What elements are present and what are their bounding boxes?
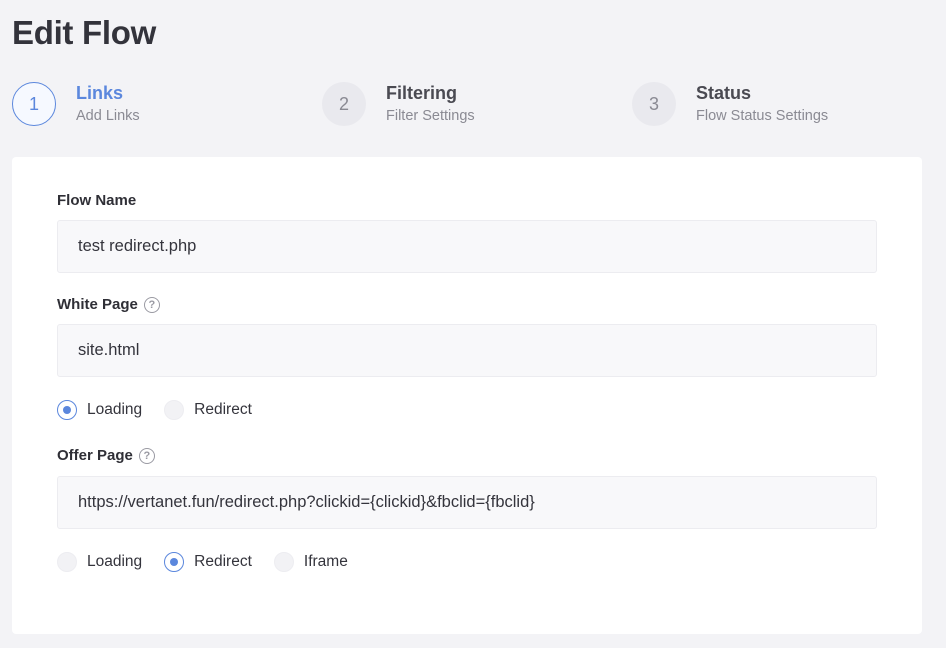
offer-page-mode-iframe-radio[interactable]: Iframe (273, 552, 348, 572)
step-subtitle: Add Links (76, 108, 140, 124)
white-page-label-text: White Page (57, 296, 138, 313)
radio-label: Redirect (194, 553, 252, 570)
offer-page-label: Offer Page ? (57, 447, 155, 464)
white-page-mode-group: Loading Redirect (57, 400, 274, 420)
offer-page-label-text: Offer Page (57, 447, 133, 464)
white-page-mode-redirect-radio[interactable]: Redirect (164, 400, 252, 420)
radio-label: Loading (87, 553, 143, 570)
step-number-2: 2 (322, 82, 366, 126)
page-title: Edit Flow (12, 14, 156, 51)
radio-label: Loading (87, 401, 143, 418)
radio-dot (164, 400, 185, 420)
step-filtering[interactable]: 2 Filtering Filter Settings (322, 82, 475, 126)
step-subtitle: Filter Settings (386, 108, 475, 124)
radio-dot (57, 400, 77, 420)
white-page-input[interactable] (57, 324, 877, 377)
stepper: 1 Links Add Links 2 Filtering Filter Set… (12, 82, 932, 128)
radio-dot (164, 552, 185, 572)
step-title: Links (76, 83, 124, 103)
step-number-1: 1 (12, 82, 56, 126)
step-status[interactable]: 3 Status Flow Status Settings (632, 82, 828, 126)
flow-name-label: Flow Name (57, 192, 136, 209)
step-subtitle: Flow Status Settings (696, 108, 829, 124)
step-links[interactable]: 1 Links Add Links (12, 82, 140, 126)
white-page-label: White Page ? (57, 296, 160, 313)
flow-name-label-text: Flow Name (57, 192, 137, 209)
offer-page-input[interactable] (57, 476, 877, 529)
white-page-mode-loading-radio[interactable]: Loading (57, 400, 142, 420)
offer-page-mode-redirect-radio[interactable]: Redirect (164, 552, 252, 572)
radio-label: Redirect (194, 401, 252, 418)
radio-dot (57, 552, 77, 572)
step-title: Status (696, 83, 752, 103)
help-icon[interactable]: ? (143, 296, 160, 313)
radio-label: Iframe (303, 553, 348, 570)
offer-page-mode-group: Loading Redirect Iframe (57, 552, 370, 572)
radio-dot (273, 552, 294, 572)
step-title: Filtering (386, 83, 457, 103)
form-card: Flow Name White Page ? Loading Redirect … (12, 157, 922, 634)
flow-name-input[interactable] (57, 220, 877, 273)
step-number-3: 3 (632, 82, 676, 126)
help-icon[interactable]: ? (138, 447, 155, 464)
offer-page-mode-loading-radio[interactable]: Loading (57, 552, 142, 572)
